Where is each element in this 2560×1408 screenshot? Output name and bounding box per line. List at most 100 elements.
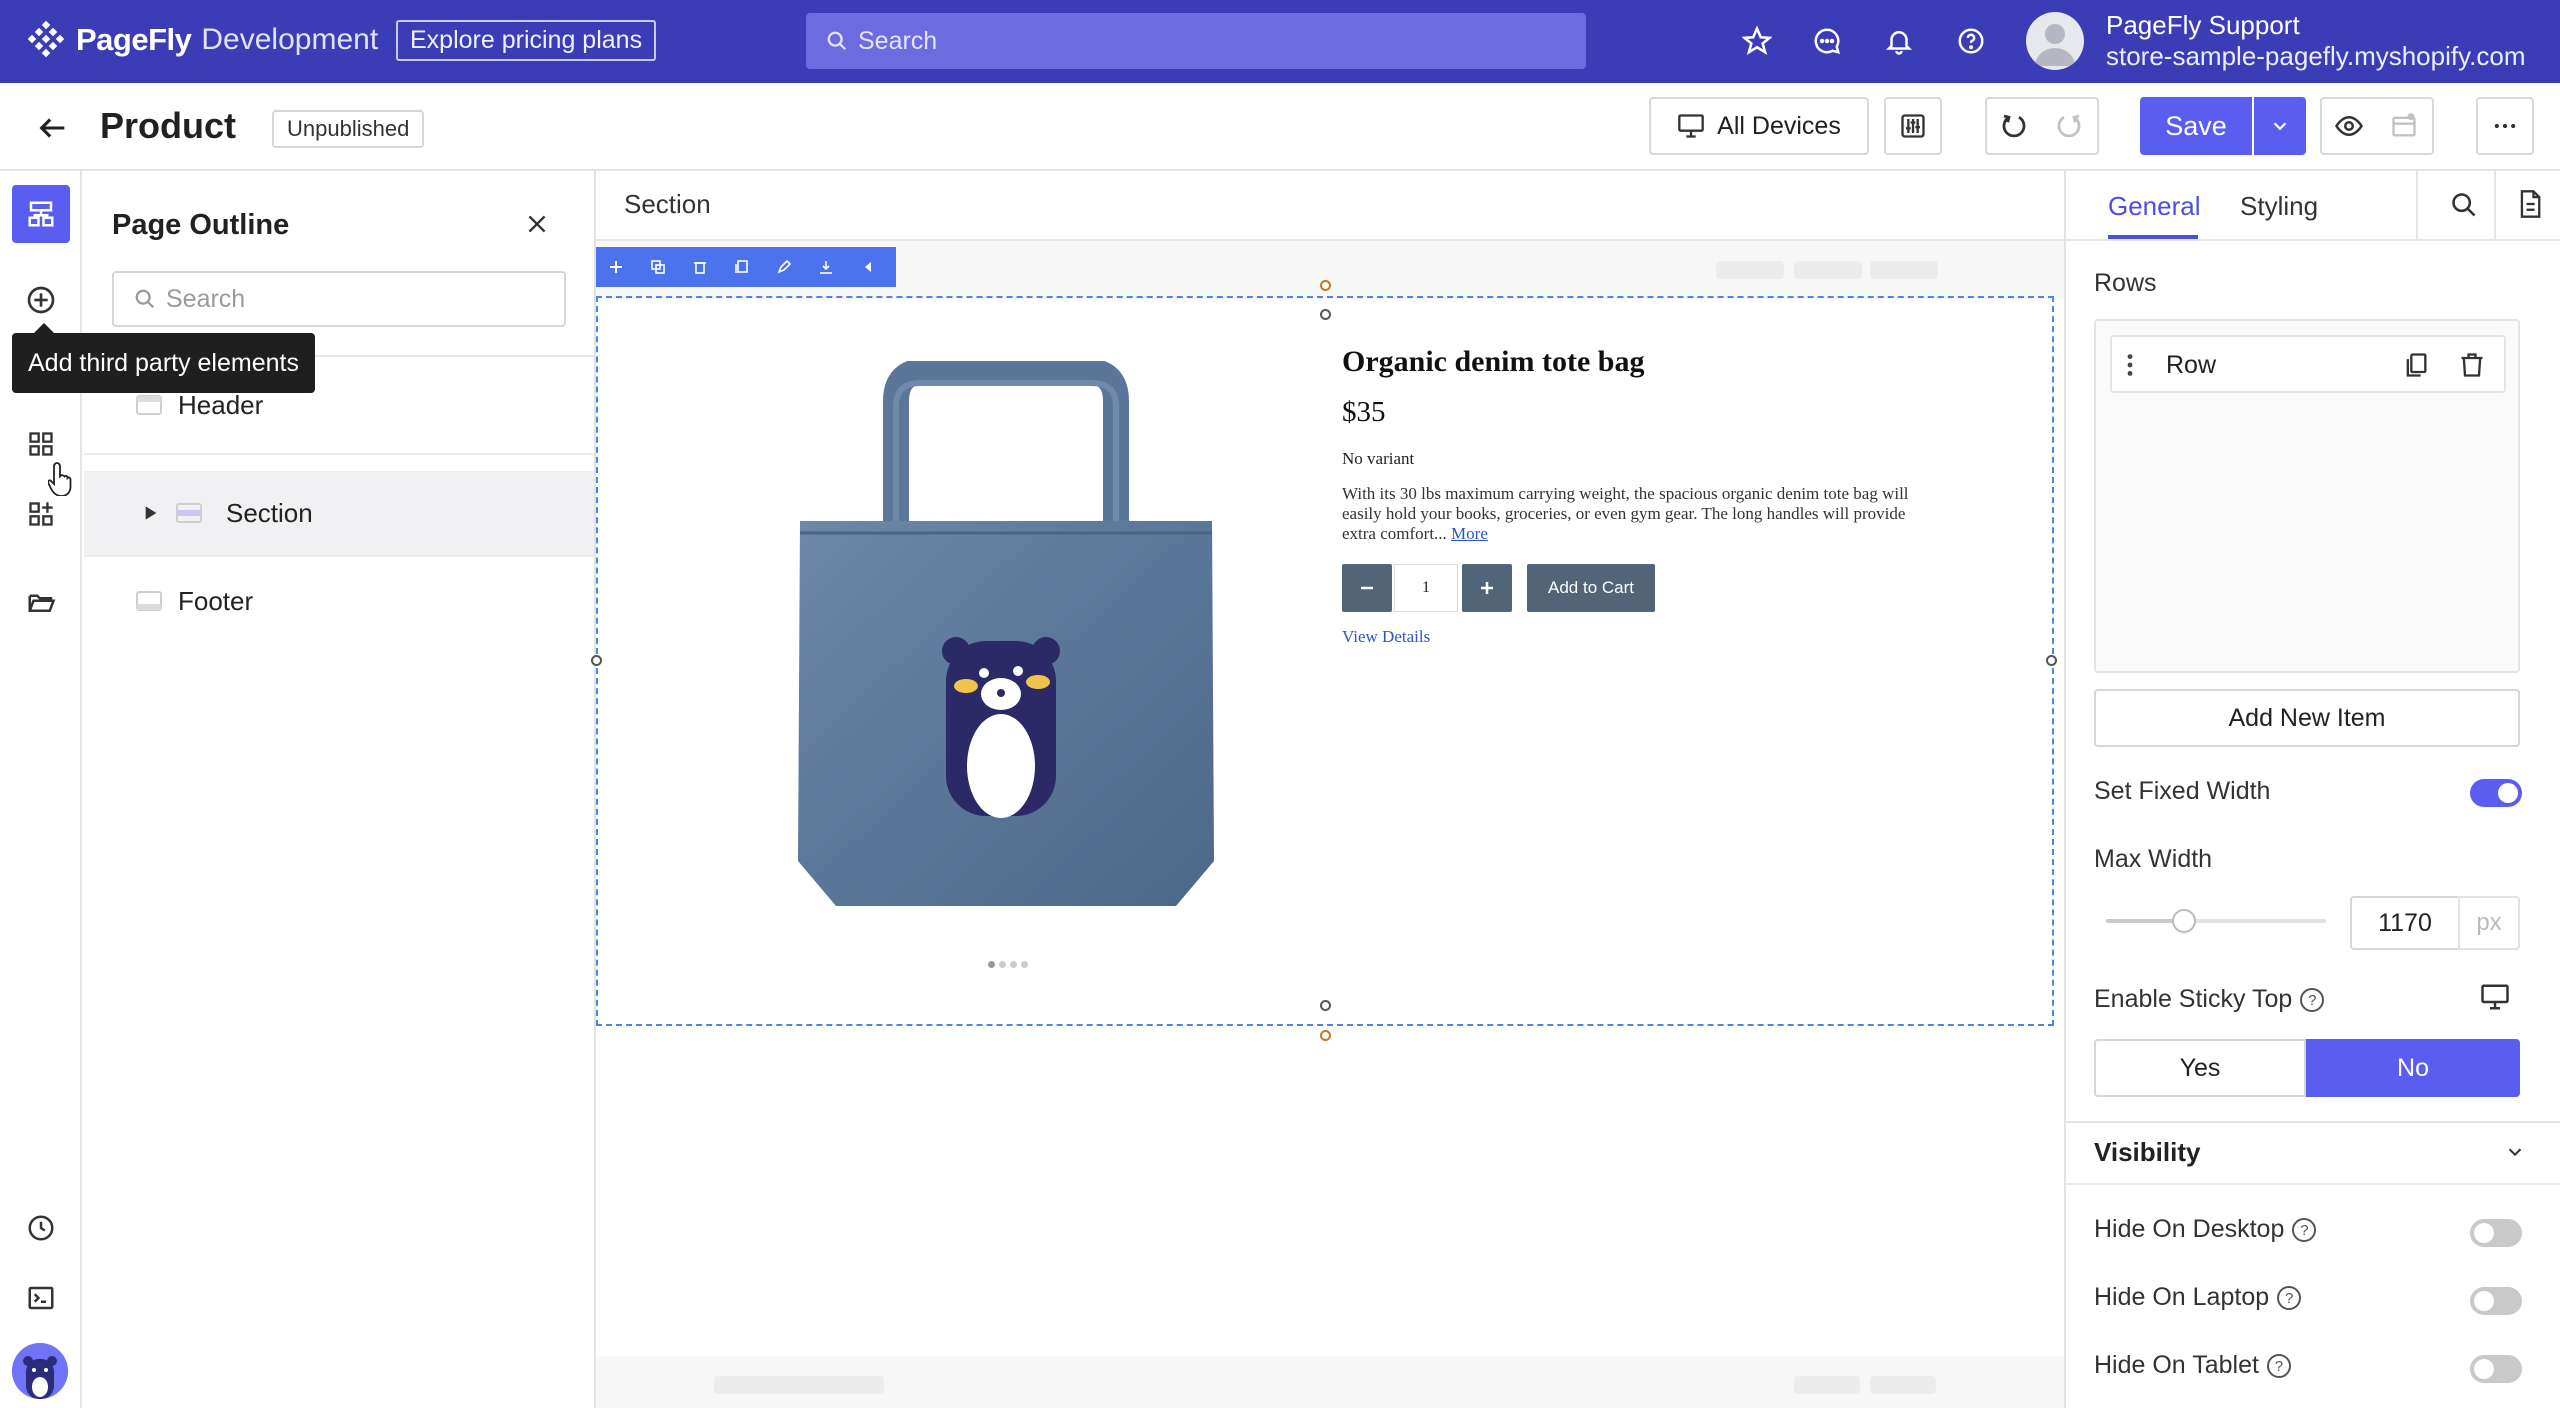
rail-page-outline-button[interactable] xyxy=(12,185,70,243)
image-carousel-dots[interactable] xyxy=(988,961,1028,968)
resize-handle[interactable] xyxy=(1320,1000,1331,1011)
outline-item-section[interactable]: Section xyxy=(84,471,594,555)
logo-text: PageFly xyxy=(76,22,192,57)
row-item-label: Row xyxy=(2166,351,2217,379)
fixed-width-toggle[interactable] xyxy=(2470,779,2522,807)
hide-laptop-toggle[interactable] xyxy=(2470,1287,2522,1315)
hide-tablet-toggle[interactable] xyxy=(2470,1355,2522,1383)
copy-icon[interactable] xyxy=(2402,351,2430,379)
delete-icon[interactable] xyxy=(688,255,712,279)
rail-code-button[interactable] xyxy=(12,1269,70,1327)
tab-general[interactable]: General xyxy=(2108,191,2201,222)
explore-pricing-button[interactable]: Explore pricing plans xyxy=(396,20,657,61)
tab-styling[interactable]: Styling xyxy=(2240,191,2318,222)
resize-handle[interactable] xyxy=(591,655,602,666)
product-title: Organic denim tote bag xyxy=(1342,345,1645,378)
star-icon[interactable] xyxy=(1738,22,1776,60)
outline-item-label: Header xyxy=(178,389,264,420)
bell-icon[interactable] xyxy=(1880,22,1918,60)
redo-button[interactable] xyxy=(2041,97,2099,155)
search-icon xyxy=(826,30,848,52)
mascot-avatar[interactable] xyxy=(12,1343,68,1399)
rows-label: Rows xyxy=(2094,269,2157,297)
pagefly-logo-icon xyxy=(26,20,66,60)
copy-icon[interactable] xyxy=(730,255,754,279)
resize-handle[interactable] xyxy=(1320,309,1331,320)
tab-separator xyxy=(2494,171,2496,241)
help-circle-icon[interactable]: ? xyxy=(2277,1286,2302,1311)
drag-handle-icon[interactable] xyxy=(2126,353,2134,377)
undo-button[interactable] xyxy=(1985,97,2043,155)
rail-history-button[interactable] xyxy=(12,1199,70,1257)
duplicate-icon[interactable] xyxy=(646,255,670,279)
slider-thumb[interactable] xyxy=(2172,909,2196,933)
save-options-dropdown[interactable] xyxy=(2254,97,2306,155)
fixed-width-label: Set Fixed Width xyxy=(2094,777,2271,805)
chevron-down-icon[interactable] xyxy=(2504,1141,2526,1163)
add-icon[interactable] xyxy=(604,255,628,279)
collapse-icon[interactable] xyxy=(856,255,880,279)
publish-button[interactable] xyxy=(2376,97,2434,155)
help-icon[interactable] xyxy=(1952,22,1990,60)
document-icon[interactable] xyxy=(2516,189,2544,219)
top-search-input[interactable]: Search xyxy=(806,13,1586,69)
visibility-title[interactable]: Visibility xyxy=(2094,1137,2200,1168)
save-template-icon[interactable] xyxy=(814,255,838,279)
max-width-slider[interactable] xyxy=(2106,909,2326,933)
adjustments-button[interactable] xyxy=(1884,97,1942,155)
resize-handle[interactable] xyxy=(1320,1030,1331,1041)
status-badge: Unpublished xyxy=(272,110,425,148)
help-circle-icon[interactable]: ? xyxy=(2300,988,2325,1013)
view-details-link[interactable]: View Details xyxy=(1342,627,1430,647)
product-image[interactable] xyxy=(796,361,1216,921)
row-item[interactable]: Row xyxy=(2110,335,2506,393)
placeholder-bar xyxy=(1870,261,1938,279)
save-button[interactable]: Save xyxy=(2140,97,2252,155)
hide-desktop-toggle[interactable] xyxy=(2470,1219,2522,1247)
sticky-yes-button[interactable]: Yes xyxy=(2094,1039,2306,1097)
help-circle-icon[interactable]: ? xyxy=(2292,1218,2317,1243)
rail-library-button[interactable] xyxy=(12,573,70,631)
back-arrow-icon[interactable] xyxy=(36,111,70,145)
preview-button[interactable] xyxy=(2320,97,2378,155)
chat-icon[interactable] xyxy=(1808,22,1846,60)
rows-list: Row xyxy=(2094,319,2520,673)
quantity-increase-button[interactable] xyxy=(1462,564,1512,612)
minus-icon xyxy=(1359,580,1375,596)
outline-item-footer[interactable]: Footer xyxy=(84,559,594,643)
section-toolbar xyxy=(596,247,896,287)
sticky-top-row: Enable Sticky Top? xyxy=(2094,985,2325,1014)
desktop-icon[interactable] xyxy=(2480,983,2510,1011)
sticky-no-button[interactable]: No xyxy=(2306,1039,2520,1097)
edit-icon[interactable] xyxy=(772,255,796,279)
search-icon[interactable] xyxy=(2450,191,2478,219)
resize-handle[interactable] xyxy=(1320,280,1331,291)
add-to-cart-button[interactable]: Add to Cart xyxy=(1527,564,1655,612)
close-icon[interactable] xyxy=(524,211,550,237)
help-circle-icon[interactable]: ? xyxy=(2266,1354,2291,1379)
undo-icon xyxy=(1999,111,2029,141)
hide-desktop-row: Hide On Desktop? xyxy=(2094,1215,2317,1244)
trash-icon[interactable] xyxy=(2458,351,2486,379)
pagefly-logo[interactable]: PageFly Development xyxy=(26,20,378,60)
more-options-button[interactable] xyxy=(2476,97,2534,155)
all-devices-button[interactable]: All Devices xyxy=(1649,97,1869,155)
user-avatar[interactable] xyxy=(2026,12,2084,70)
max-width-input[interactable]: 1170 xyxy=(2350,896,2460,950)
max-width-unit[interactable]: px xyxy=(2458,896,2520,950)
canvas-header-label: Section xyxy=(624,189,711,219)
add-new-item-button[interactable]: Add New Item xyxy=(2094,689,2520,747)
quantity-input[interactable]: 1 xyxy=(1394,564,1458,612)
outline-search-input[interactable]: Search xyxy=(112,271,566,327)
editor-canvas[interactable]: Section Organic denim tote bag $35 No va… xyxy=(591,171,2064,1408)
product-price: $35 xyxy=(1342,396,1386,428)
quantity-decrease-button[interactable] xyxy=(1342,564,1392,612)
canvas-bottom-band xyxy=(596,1356,2064,1408)
resize-handle[interactable] xyxy=(2046,655,2057,666)
rail-add-element-button[interactable] xyxy=(12,271,70,329)
more-link[interactable]: More xyxy=(1451,524,1488,543)
caret-right-icon[interactable] xyxy=(144,505,158,521)
inspector-panel: General Styling Rows Row Add New Item Se… xyxy=(2064,171,2560,1408)
visibility-separator xyxy=(2066,1183,2560,1185)
plus-circle-icon xyxy=(25,284,57,316)
